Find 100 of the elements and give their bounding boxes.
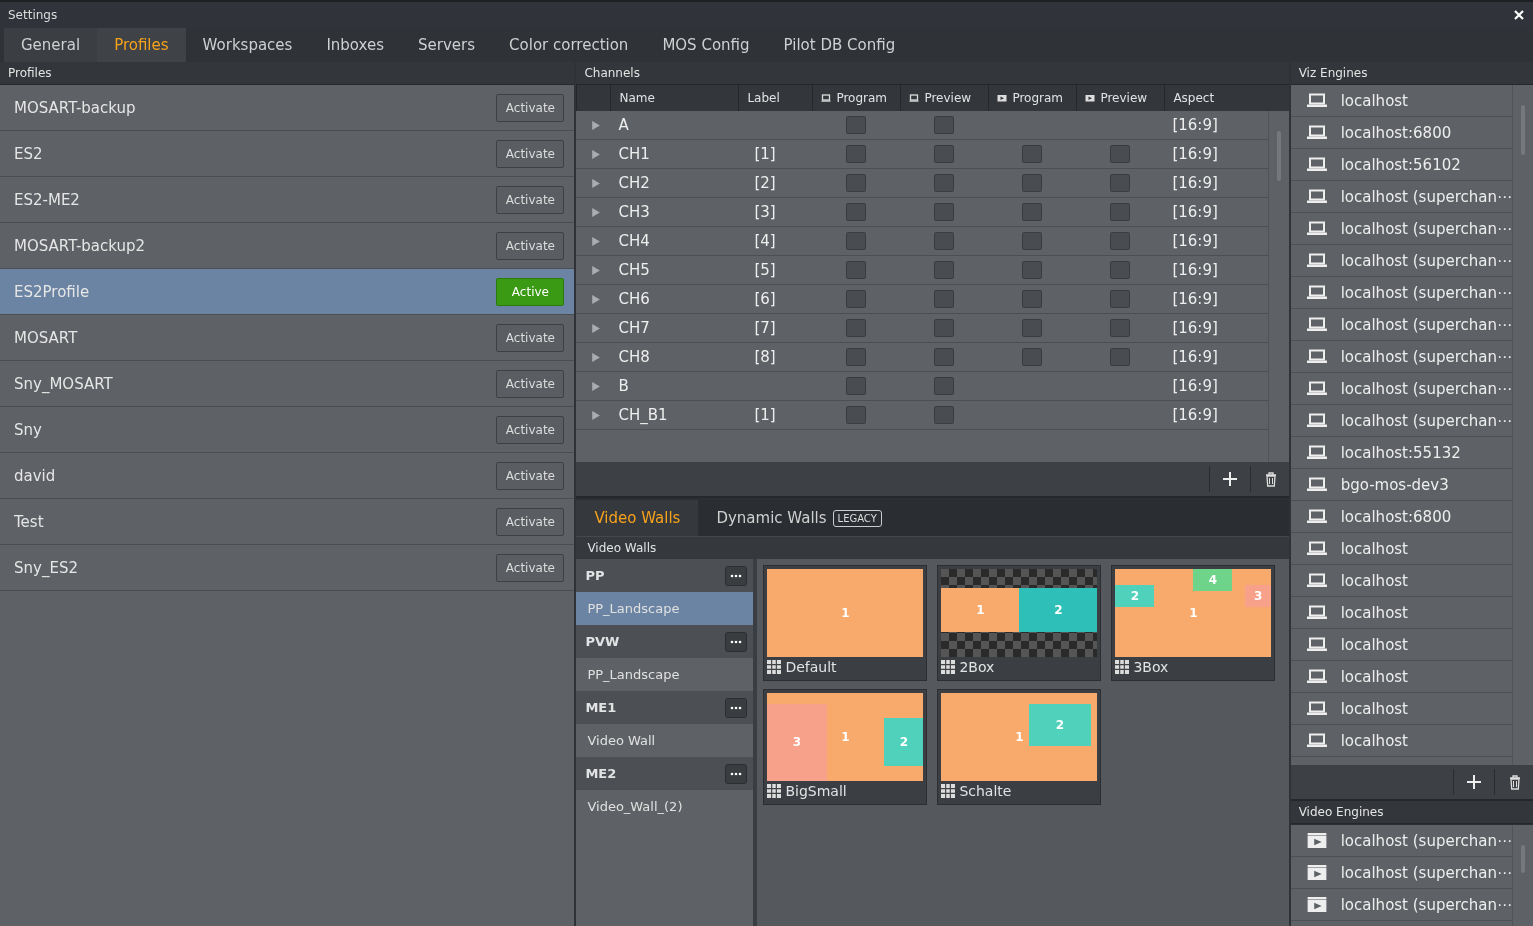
checkbox[interactable]	[846, 290, 867, 308]
activate-button[interactable]: Activate	[496, 139, 565, 168]
engine-row[interactable]: localhost:6800	[1290, 117, 1512, 149]
engine-row[interactable]: localhost	[1290, 693, 1512, 725]
wall-item[interactable]: Video Wall	[576, 724, 754, 757]
checkbox[interactable]	[1022, 261, 1043, 279]
profile-row[interactable]: ES2-ME2 Activate	[0, 177, 575, 223]
checkbox[interactable]	[934, 290, 955, 308]
more-button[interactable]	[725, 565, 748, 586]
activate-button[interactable]: Activate	[496, 507, 565, 536]
checkbox[interactable]	[1022, 348, 1043, 366]
expand-arrow-icon[interactable]	[590, 380, 602, 392]
checkbox[interactable]	[1110, 261, 1131, 279]
engine-row[interactable]: localhost:55132	[1290, 437, 1512, 469]
wall-item[interactable]: Video_Wall_(2)	[576, 790, 754, 823]
engine-row[interactable]: localhost:6800	[1290, 501, 1512, 533]
settings-tab[interactable]: Color correction	[492, 28, 646, 62]
checkbox[interactable]	[1022, 145, 1043, 163]
checkbox[interactable]	[846, 319, 867, 337]
wall-item[interactable]: PP_Landscape	[576, 592, 754, 625]
checkbox[interactable]	[1022, 319, 1043, 337]
checkbox[interactable]	[846, 116, 867, 134]
expand-arrow-icon[interactable]	[590, 206, 602, 218]
activate-button[interactable]: Activate	[496, 369, 565, 398]
checkbox[interactable]	[934, 203, 955, 221]
checkbox[interactable]	[1110, 232, 1131, 250]
activate-button[interactable]: Activate	[496, 553, 565, 582]
engine-row[interactable]: localhost (superchan⋯	[1290, 181, 1512, 213]
close-icon[interactable]	[1513, 9, 1525, 21]
checkbox[interactable]	[934, 232, 955, 250]
expand-arrow-icon[interactable]	[590, 293, 602, 305]
checkbox[interactable]	[846, 203, 867, 221]
layout-card[interactable]: 4 2 3 1 3Box	[1111, 565, 1276, 681]
checkbox[interactable]	[1110, 203, 1131, 221]
engine-row[interactable]: localhost	[1290, 597, 1512, 629]
checkbox[interactable]	[1022, 290, 1043, 308]
checkbox[interactable]	[846, 145, 867, 163]
checkbox[interactable]	[934, 116, 955, 134]
checkbox[interactable]	[934, 377, 955, 395]
checkbox[interactable]	[846, 377, 867, 395]
engine-row[interactable]: localhost (superchan⋯	[1290, 341, 1512, 373]
engine-row[interactable]: localhost (superchan⋯	[1290, 825, 1512, 857]
wall-tab[interactable]: Dynamic Walls LEGACY	[698, 500, 900, 536]
activate-button[interactable]: Activate	[496, 461, 565, 490]
settings-tab[interactable]: Inboxes	[309, 28, 402, 62]
engine-row[interactable]: localhost (superchan⋯	[1290, 277, 1512, 309]
expand-arrow-icon[interactable]	[590, 235, 602, 247]
activate-button[interactable]: Activate	[496, 185, 565, 214]
expand-arrow-icon[interactable]	[590, 351, 602, 363]
settings-tab[interactable]: Profiles	[97, 28, 186, 62]
engine-row[interactable]: localhost	[1290, 85, 1512, 117]
activate-button[interactable]: Active	[496, 277, 565, 306]
layout-card[interactable]: 1 2 2Box	[937, 565, 1102, 681]
settings-tab[interactable]: MOS Config	[645, 28, 767, 62]
activate-button[interactable]: Activate	[496, 93, 565, 122]
more-button[interactable]	[725, 763, 748, 784]
expand-arrow-icon[interactable]	[590, 264, 602, 276]
engine-row[interactable]: localhost (superchan⋯	[1290, 889, 1512, 921]
expand-arrow-icon[interactable]	[590, 119, 602, 131]
checkbox[interactable]	[934, 145, 955, 163]
profile-row[interactable]: Test Activate	[0, 499, 575, 545]
activate-button[interactable]: Activate	[496, 415, 565, 444]
expand-arrow-icon[interactable]	[590, 322, 602, 334]
checkbox[interactable]	[846, 261, 867, 279]
engine-row[interactable]: localhost (superchan⋯	[1290, 857, 1512, 889]
checkbox[interactable]	[1022, 203, 1043, 221]
activate-button[interactable]: Activate	[496, 323, 565, 352]
checkbox[interactable]	[1110, 348, 1131, 366]
settings-tab[interactable]: Pilot DB Config	[766, 28, 913, 62]
settings-tab[interactable]: Workspaces	[185, 28, 310, 62]
engine-row[interactable]: localhost	[1290, 565, 1512, 597]
engine-row[interactable]: localhost:56102	[1290, 149, 1512, 181]
more-button[interactable]	[725, 697, 748, 718]
layout-card[interactable]: 3 1 2 BigSmall	[763, 689, 928, 805]
profile-row[interactable]: Sny_MOSART Activate	[0, 361, 575, 407]
profile-row[interactable]: ES2Profile Active	[0, 269, 575, 315]
engine-row[interactable]: localhost (superchan⋯	[1290, 213, 1512, 245]
checkbox[interactable]	[934, 319, 955, 337]
settings-tab[interactable]: Servers	[401, 28, 493, 62]
engine-row[interactable]: localhost (superchan⋯	[1290, 245, 1512, 277]
checkbox[interactable]	[934, 261, 955, 279]
expand-arrow-icon[interactable]	[590, 148, 602, 160]
checkbox[interactable]	[1110, 290, 1131, 308]
checkbox[interactable]	[1110, 319, 1131, 337]
trash-icon[interactable]	[1507, 774, 1523, 790]
profile-row[interactable]: MOSART Activate	[0, 315, 575, 361]
wall-tab[interactable]: Video Walls	[576, 500, 699, 536]
checkbox[interactable]	[846, 174, 867, 192]
engine-row[interactable]: localhost	[1290, 629, 1512, 661]
checkbox[interactable]	[934, 174, 955, 192]
profile-row[interactable]: david Activate	[0, 453, 575, 499]
checkbox[interactable]	[1022, 174, 1043, 192]
add-icon[interactable]	[1466, 774, 1482, 790]
expand-arrow-icon[interactable]	[590, 409, 602, 421]
engine-row[interactable]: localhost (superchan⋯	[1290, 373, 1512, 405]
profile-row[interactable]: ES2 Activate	[0, 131, 575, 177]
more-button[interactable]	[725, 631, 748, 652]
checkbox[interactable]	[1110, 145, 1131, 163]
engine-row[interactable]: localhost	[1290, 725, 1512, 757]
checkbox[interactable]	[846, 406, 867, 424]
